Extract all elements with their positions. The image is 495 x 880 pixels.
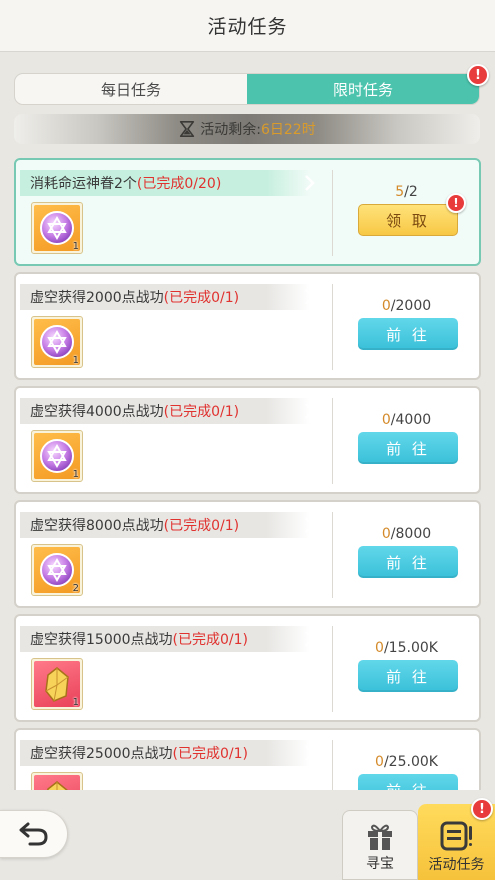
chevron-right-icon bbox=[305, 517, 315, 533]
reward-item[interactable]: 1 bbox=[31, 658, 83, 710]
go-button[interactable]: 前 往 bbox=[358, 432, 458, 464]
task-progress: 0/2000 bbox=[332, 298, 481, 314]
task-title-ribbon: 虚空获得25000点战功 (已完成0/1) bbox=[20, 740, 315, 766]
progress-current: 0 bbox=[381, 412, 391, 428]
task-title-ribbon: 虚空获得15000点战功 (已完成0/1) bbox=[20, 626, 315, 652]
divider bbox=[332, 626, 333, 712]
task-card: 消耗命运神眷2个 (已完成0/20) 1 5/2 领 取! bbox=[14, 158, 481, 266]
task-status: (已完成0/1) bbox=[163, 290, 240, 306]
task-title: 虚空获得8000点战功 bbox=[30, 518, 164, 534]
alert-badge-icon: ! bbox=[467, 64, 489, 86]
progress-total: /8000 bbox=[390, 526, 432, 542]
tab-limited-tasks[interactable]: 限时任务 bbox=[247, 74, 479, 104]
go-button[interactable]: 前 往 bbox=[358, 318, 458, 350]
progress-total: /25.00K bbox=[383, 754, 438, 770]
claim-button[interactable]: 领 取 bbox=[358, 204, 458, 236]
task-list[interactable]: 消耗命运神眷2个 (已完成0/20) 1 5/2 领 取! 虚空获得2000点战功 (已完成… bbox=[14, 158, 481, 790]
timer-label: 活动剩余: bbox=[200, 122, 261, 138]
task-status: (已完成0/1) bbox=[172, 746, 249, 762]
yellow-crystal-icon bbox=[45, 667, 69, 702]
task-progress: 0/25.00K bbox=[332, 754, 481, 770]
progress-total: /2 bbox=[404, 184, 418, 200]
task-card: 虚空获得8000点战功 (已完成0/1) 2 0/8000 前 往 bbox=[14, 500, 481, 608]
task-title-ribbon: 虚空获得4000点战功 (已完成0/1) bbox=[20, 398, 315, 424]
task-title-ribbon: 虚空获得8000点战功 (已完成0/1) bbox=[20, 512, 315, 538]
progress-total: /15.00K bbox=[383, 640, 438, 656]
bottom-bar: 寻宝 活动任务 ! bbox=[0, 790, 495, 880]
task-title-ribbon: 消耗命运神眷2个 (已完成0/20) bbox=[20, 170, 315, 196]
progress-current: 0 bbox=[381, 298, 391, 314]
hourglass-icon bbox=[180, 120, 195, 138]
chevron-right-icon bbox=[305, 403, 315, 419]
task-title: 虚空获得4000点战功 bbox=[30, 404, 164, 420]
timer-value: 6日22时 bbox=[260, 122, 316, 138]
gift-icon bbox=[368, 824, 392, 850]
back-arrow-icon bbox=[19, 822, 48, 846]
task-status: (已完成0/1) bbox=[172, 632, 249, 648]
task-progress: 0/4000 bbox=[332, 412, 481, 428]
task-tabs: 每日任务 限时任务 ! bbox=[14, 64, 489, 105]
go-button[interactable]: 前 往 bbox=[358, 660, 458, 692]
task-card: 虚空获得4000点战功 (已完成0/1) 1 0/4000 前 往 bbox=[14, 386, 481, 494]
progress-current: 5 bbox=[395, 184, 405, 200]
nav-treasure-button[interactable]: 寻宝 bbox=[342, 810, 418, 880]
task-card: 虚空获得25000点战功(已完成0/1) 1 0/25.00K 前 往 bbox=[14, 728, 481, 790]
progress-total: /2000 bbox=[390, 298, 432, 314]
task-status: (已完成0/1) bbox=[163, 404, 240, 420]
chevron-right-icon bbox=[305, 175, 315, 191]
task-list-icon bbox=[440, 821, 472, 851]
chevron-right-icon bbox=[305, 289, 315, 305]
reward-item[interactable]: 2 bbox=[31, 544, 83, 596]
reward-item[interactable]: 1 bbox=[31, 316, 83, 368]
chevron-right-icon bbox=[305, 745, 315, 761]
divider bbox=[332, 170, 333, 256]
back-button[interactable] bbox=[0, 810, 68, 858]
reward-quantity: 1 bbox=[72, 241, 79, 252]
yellow-crystal-icon bbox=[47, 781, 68, 790]
top-bar: 活动任务 bbox=[0, 0, 495, 52]
star-of-david-orb-icon bbox=[40, 211, 74, 245]
task-progress: 0/15.00K bbox=[332, 640, 481, 656]
task-title: 虚空获得2000点战功 bbox=[30, 290, 164, 306]
task-title-ribbon: 虚空获得2000点战功 (已完成0/1) bbox=[20, 284, 315, 310]
event-timer: 活动剩余: 6日22时 bbox=[14, 114, 480, 144]
nav-treasure-label: 寻宝 bbox=[366, 856, 394, 872]
reward-quantity: 1 bbox=[72, 469, 79, 480]
go-button[interactable]: 前 往 bbox=[358, 546, 458, 578]
star-of-david-orb-icon bbox=[40, 439, 74, 473]
task-title: 消耗命运神眷2个 bbox=[30, 176, 137, 192]
reward-quantity: 1 bbox=[72, 355, 79, 366]
task-status: (已完成0/20) bbox=[136, 176, 222, 192]
alert-badge-icon: ! bbox=[471, 798, 493, 820]
star-of-david-orb-icon bbox=[40, 325, 74, 359]
task-card: 虚空获得2000点战功 (已完成0/1) 1 0/2000 前 往 bbox=[14, 272, 481, 380]
go-button[interactable]: 前 往 bbox=[358, 774, 458, 790]
reward-quantity: 1 bbox=[72, 697, 79, 708]
reward-quantity: 2 bbox=[72, 583, 79, 594]
progress-current: 0 bbox=[381, 526, 391, 542]
nav-activity-button[interactable]: 活动任务 ! bbox=[418, 798, 495, 880]
divider bbox=[332, 284, 333, 370]
reward-item[interactable]: 1 bbox=[31, 202, 83, 254]
reward-item[interactable]: 1 bbox=[31, 430, 83, 482]
task-title: 虚空获得25000点战功 bbox=[30, 746, 173, 762]
chevron-right-icon bbox=[305, 631, 315, 647]
progress-current: 0 bbox=[375, 754, 384, 770]
progress-current: 0 bbox=[375, 640, 384, 656]
page-title: 活动任务 bbox=[207, 16, 288, 38]
divider bbox=[332, 512, 333, 598]
star-of-david-orb-icon bbox=[40, 553, 74, 587]
task-title: 虚空获得15000点战功 bbox=[30, 632, 173, 648]
progress-total: /4000 bbox=[390, 412, 432, 428]
alert-badge-icon: ! bbox=[446, 193, 466, 213]
task-card: 虚空获得15000点战功 (已完成0/1) 1 0/15.00K 前 往 bbox=[14, 614, 481, 722]
tab-daily-tasks[interactable]: 每日任务 bbox=[15, 74, 247, 104]
reward-item[interactable]: 1 bbox=[31, 772, 83, 790]
nav-activity-label: 活动任务 bbox=[428, 857, 485, 873]
task-progress: 0/8000 bbox=[332, 526, 481, 542]
task-status: (已完成0/1) bbox=[163, 518, 240, 534]
divider bbox=[332, 398, 333, 484]
